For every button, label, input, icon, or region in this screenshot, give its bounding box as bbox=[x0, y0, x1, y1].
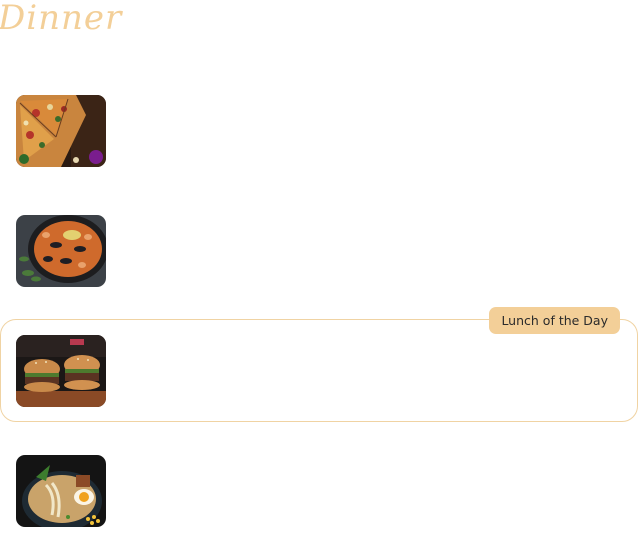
menu-item-pizza[interactable] bbox=[0, 80, 638, 180]
menu-item-ramen[interactable] bbox=[0, 440, 638, 540]
pizza-photo bbox=[16, 95, 106, 167]
menu-list: Lunch of the Day bbox=[0, 0, 638, 541]
menu-item-burger-featured[interactable]: Lunch of the Day bbox=[0, 307, 638, 422]
menu-item-paella[interactable] bbox=[0, 200, 638, 300]
dinner-menu-page: Dinner Lunch of the Day bbox=[0, 0, 638, 541]
lunch-of-the-day-badge: Lunch of the Day bbox=[489, 307, 620, 334]
burger-photo bbox=[16, 335, 106, 407]
paella-photo bbox=[16, 215, 106, 287]
ramen-photo bbox=[16, 455, 106, 527]
